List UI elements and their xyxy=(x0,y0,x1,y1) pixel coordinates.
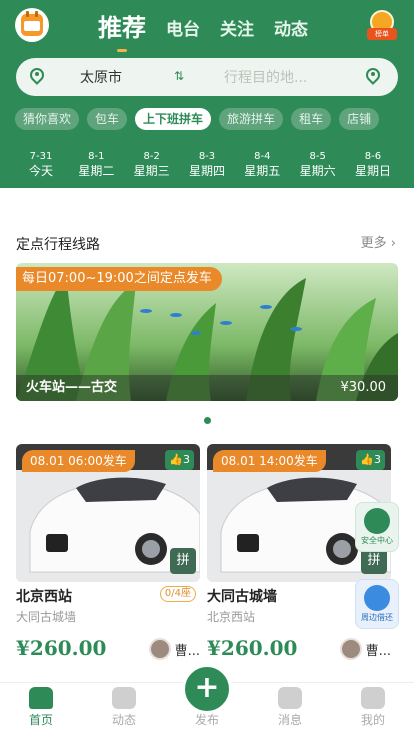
date-md: 8-3 xyxy=(198,151,216,162)
chip-commute[interactable]: 上下班拼车 xyxy=(135,108,212,130)
date-item[interactable]: 8-5 星期六 xyxy=(293,150,343,179)
tab-radio[interactable]: 电台 xyxy=(166,16,200,44)
date-item[interactable]: 7-31 今天 xyxy=(16,150,66,179)
date-item[interactable]: 8-1 星期二 xyxy=(71,150,121,179)
tab-recommend[interactable]: 推荐 xyxy=(98,12,146,52)
date-item[interactable]: 8-2 星期三 xyxy=(127,150,177,179)
date-item[interactable]: 8-3 星期四 xyxy=(182,150,232,179)
tab-label: 动态 xyxy=(111,713,136,727)
date-item[interactable]: 8-4 星期五 xyxy=(237,150,287,179)
safety-center-button[interactable]: 安全中心 xyxy=(355,502,399,552)
tab-dynamic[interactable]: 动态 xyxy=(274,16,308,44)
tab-trends[interactable]: 动态 xyxy=(83,683,165,728)
driver-info[interactable]: 曹... xyxy=(339,638,391,660)
banner-route: 火车站——古交 xyxy=(26,380,118,395)
from-city[interactable]: 太原市 xyxy=(80,67,122,87)
location-pin-icon xyxy=(27,65,47,87)
nearby-return-button[interactable]: 周边借还 xyxy=(355,579,399,629)
plus-icon: + xyxy=(194,670,220,705)
fire-icon xyxy=(112,687,136,709)
date-weekday: 星期三 xyxy=(133,164,170,178)
chip-travel[interactable]: 旅游拼车 xyxy=(219,108,284,130)
calendar-icon[interactable] xyxy=(15,8,49,42)
carousel-indicator xyxy=(0,409,414,428)
departure-tag: 08.01 06:00发车 xyxy=(22,450,135,472)
like-count[interactable]: 👍3 xyxy=(356,450,385,470)
trip-origin: 大同古城墙 xyxy=(207,589,277,605)
tab-follow[interactable]: 关注 xyxy=(220,16,254,44)
section-title: 定点行程线路 xyxy=(16,237,100,253)
date-weekday: 星期日 xyxy=(354,164,391,178)
seat-count: 0/4座 xyxy=(159,586,196,602)
car-icon xyxy=(364,585,390,611)
user-icon xyxy=(361,687,385,709)
tab-mine[interactable]: 我的 xyxy=(332,683,414,728)
date-weekday: 星期五 xyxy=(244,164,281,178)
tab-label: 消息 xyxy=(277,713,302,727)
date-weekday: 星期六 xyxy=(299,164,336,178)
driver-name: 曹... xyxy=(174,643,200,659)
chip-rental[interactable]: 租车 xyxy=(291,108,332,130)
chat-icon xyxy=(278,687,302,709)
date-md: 7-31 xyxy=(29,151,53,162)
date-md: 8-2 xyxy=(143,151,160,162)
date-weekday: 星期四 xyxy=(188,164,225,178)
destination-pin-icon xyxy=(363,65,383,87)
home-icon xyxy=(29,687,53,709)
banner-price: ¥30.00 xyxy=(340,380,387,395)
chip-shop[interactable]: 店铺 xyxy=(339,108,380,130)
trip-price: ¥260.00 xyxy=(207,636,298,660)
category-chips: 猜你喜欢 包车 上下班拼车 旅游拼车 租车 店铺 xyxy=(15,108,387,130)
header: 推荐 电台 关注 动态 榜单 太原市 ⇅ 行程目的地... 猜你喜欢 包车 上下… xyxy=(0,0,414,188)
trip-price: ¥260.00 xyxy=(16,636,107,660)
date-md: 8-1 xyxy=(88,151,105,162)
main-content: 定点行程线路 更多 › 每日07:00~19:00之间定点发车 火车站——古交 … xyxy=(0,188,414,682)
safety-center-label: 安全中心 xyxy=(361,536,393,545)
driver-name: 曹... xyxy=(365,643,391,659)
badge-text: 榜单 xyxy=(367,28,397,40)
publish-button[interactable]: + xyxy=(182,664,232,714)
driver-info[interactable]: 曹... xyxy=(148,638,200,660)
date-md: 8-6 xyxy=(364,151,382,162)
tab-home[interactable]: 首页 xyxy=(0,683,82,728)
date-weekday: 今天 xyxy=(28,164,53,178)
like-count[interactable]: 👍3 xyxy=(165,450,194,470)
date-weekday: 星期二 xyxy=(78,164,115,178)
trip-card[interactable]: 08.01 14:00发车 👍3 拼 大同古城墙 北京西站 ¥260.00 曹.… xyxy=(207,444,391,670)
date-md: 8-5 xyxy=(309,151,326,162)
trip-destination: 大同古城墙 xyxy=(16,610,77,624)
shield-icon xyxy=(364,508,390,534)
banner-schedule-tag: 每日07:00~19:00之间定点发车 xyxy=(16,267,222,291)
tab-label: 首页 xyxy=(28,713,53,727)
chip-guess[interactable]: 猜你喜欢 xyxy=(15,108,80,130)
route-search-bar[interactable]: 太原市 ⇅ 行程目的地... xyxy=(16,58,398,96)
chip-charter[interactable]: 包车 xyxy=(87,108,128,130)
destination-input[interactable]: 行程目的地... xyxy=(224,67,307,87)
route-banner[interactable]: 每日07:00~19:00之间定点发车 火车站——古交 ¥30.00 xyxy=(16,263,398,401)
date-selector: 7-31 今天 8-1 星期二 8-2 星期三 8-3 星期四 8-4 星期五 8-5 星期… xyxy=(16,150,398,179)
swap-icon[interactable]: ⇅ xyxy=(174,69,184,83)
date-item[interactable]: 8-6 星期日 xyxy=(348,150,398,179)
trip-destination: 北京西站 xyxy=(207,610,256,624)
nearby-return-label: 周边借还 xyxy=(361,613,393,622)
more-link[interactable]: 更多 › xyxy=(361,232,396,251)
date-md: 8-4 xyxy=(254,151,271,162)
nav-tabs: 推荐 电台 关注 动态 xyxy=(98,8,328,52)
tab-messages[interactable]: 消息 xyxy=(249,683,331,728)
avatar xyxy=(148,638,171,660)
tab-label: 我的 xyxy=(360,713,385,727)
medal-icon[interactable]: 榜单 xyxy=(367,10,397,40)
carousel-dot[interactable] xyxy=(203,417,211,424)
trip-origin: 北京西站 xyxy=(16,589,72,605)
departure-tag: 08.01 14:00发车 xyxy=(213,450,326,472)
carpool-badge: 拼 xyxy=(170,548,196,574)
avatar xyxy=(339,638,362,660)
trip-card[interactable]: 08.01 06:00发车 👍3 拼 北京西站 0/4座 大同古城墙 ¥260.… xyxy=(16,444,200,670)
